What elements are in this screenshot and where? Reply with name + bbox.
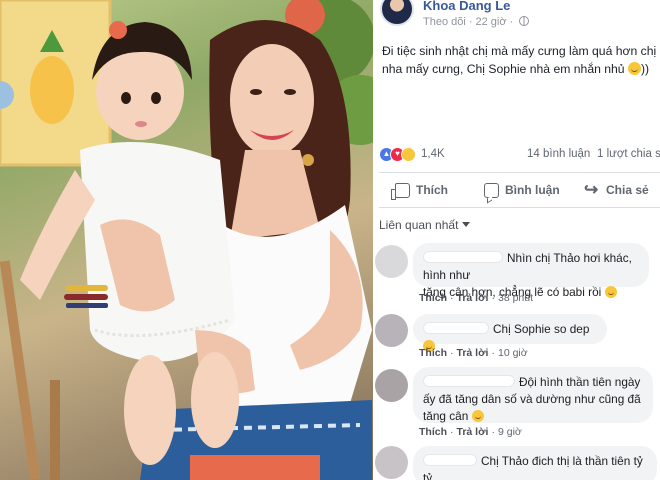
share-button[interactable]: Chia sẻ [584,178,649,202]
comment-meta: Thích · Trả lời · 38 phút [419,292,534,304]
comment-text: Chị Sophie so dep [493,322,590,336]
comment-like-link[interactable]: Thích [419,426,447,438]
comment-like-link[interactable]: Thích [419,292,447,304]
author-avatar[interactable] [380,0,414,26]
globe-icon [519,16,530,26]
commenter-name-redacted[interactable] [423,251,503,263]
comment-like-link[interactable]: Thích [419,347,447,359]
post-meta: Theo dõi · 22 giờ · [423,16,530,28]
divider [379,207,660,208]
comment-bubble: Chị Thảo đich thị là thần tiên tỷ tỷ [413,446,657,480]
like-button[interactable]: Thích [391,178,448,202]
commenter-name-redacted[interactable] [423,454,477,466]
commenter-avatar[interactable] [375,446,408,479]
commenter-name-redacted[interactable] [423,375,515,387]
thumbs-up-icon [391,182,410,200]
comment-text: Đội hình thần tiên ngày [519,375,641,389]
smile-emoji-icon [471,410,484,422]
commenter-name-redacted[interactable] [423,322,489,334]
post-photo[interactable] [0,0,373,480]
commenter-avatar[interactable] [375,314,408,347]
comment-time[interactable]: 38 phút [498,292,533,304]
comment-reply-link[interactable]: Trả lời [457,347,489,359]
share-icon [584,180,600,200]
share-count[interactable]: 1 lượt chia sẻ [597,148,660,160]
comment-bubble: Đội hình thần tiên ngày ấy đã tăng dân s… [413,367,653,423]
photo-illustration [0,0,373,480]
post-panel: Khoa Dang Le Theo dõi · 22 giờ · Đi tiệc si… [373,0,660,480]
comment-time[interactable]: 9 giờ [498,426,522,438]
comment-time[interactable]: 10 giờ [498,347,528,359]
comment-meta: Thích · Trả lời · 9 giờ [419,426,522,438]
author-name[interactable]: Khoa Dang Le [423,0,510,13]
reaction-count[interactable]: 1,4K [421,148,445,160]
comment-bubble: Chị Sophie so dep [413,314,607,352]
commenter-avatar[interactable] [375,245,408,278]
comment-reply-link[interactable]: Trả lời [457,292,489,304]
post-header: Khoa Dang Le Theo dõi · 22 giờ · [373,0,660,36]
post-text-line1: Đi tiệc sinh nhật chị mà mấy cưng làm qu… [382,44,657,58]
caret-down-icon [462,222,471,227]
post-actions: Thích Bình luận Chia sẻ [373,178,660,202]
follow-link[interactable]: Theo dõi [423,16,466,28]
comment-button[interactable]: Bình luận [484,178,560,202]
reactions-bar: ▲ ♥ 1,4K 14 bình luận 1 lượt chia sẻ [379,146,660,164]
comment-filter-label: Liên quan nhất [379,218,459,232]
comment-text: tăng cân [423,409,469,423]
comment-reply-link[interactable]: Trả lời [457,426,489,438]
post-text-line2: nha mấy cưng, Chị Sophie nhà em nhắn nhủ [382,62,625,76]
post-time[interactable]: 22 giờ [475,16,506,28]
haha-reaction-icon [401,147,416,162]
comment-bubble: Nhìn chị Thảo hơi khác, hình như tăng câ… [413,243,649,299]
comment-text: ấy đã tăng dân số và dường như cũng đã [423,392,641,406]
divider [379,172,660,173]
smile-emoji-icon [627,62,641,75]
smile-emoji-icon [604,286,617,298]
comment-button-label: Bình luận [505,183,560,197]
like-button-label: Thích [416,183,448,197]
post-text: Đi tiệc sinh nhật chị mà mấy cưng làm qu… [382,42,658,78]
share-button-label: Chia sẻ [606,183,649,197]
comment-meta: Thích · Trả lời · 10 giờ [419,347,528,359]
comment-count[interactable]: 14 bình luận [527,148,590,160]
post-text-end: )) [640,62,650,76]
comment-filter-dropdown[interactable]: Liên quan nhất [379,218,471,232]
commenter-avatar[interactable] [375,369,408,402]
comment-icon [484,182,499,198]
